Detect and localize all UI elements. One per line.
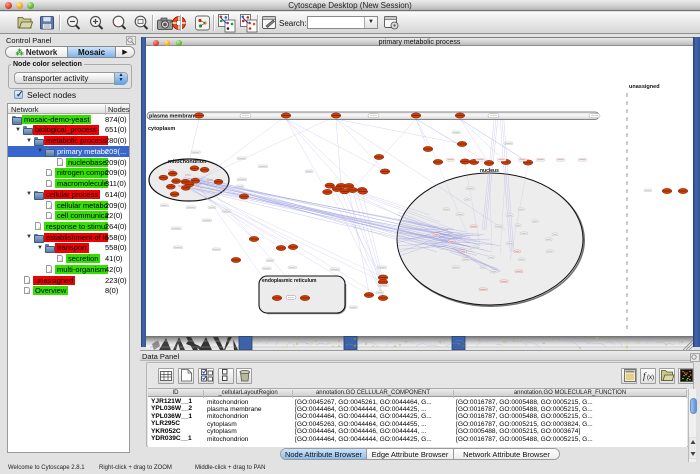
svg-text:(x): (x) [647,375,654,381]
svg-text:unassigned: unassigned [629,84,660,90]
svg-text:mitochondrion: mitochondrion [168,159,207,165]
svg-text:plasma membrane: plasma membrane [149,114,197,120]
svg-text:endoplasmic reticulum: endoplasmic reticulum [262,278,317,284]
svg-text:nucleus: nucleus [480,168,499,174]
svg-text:cytoplasm: cytoplasm [148,126,175,132]
